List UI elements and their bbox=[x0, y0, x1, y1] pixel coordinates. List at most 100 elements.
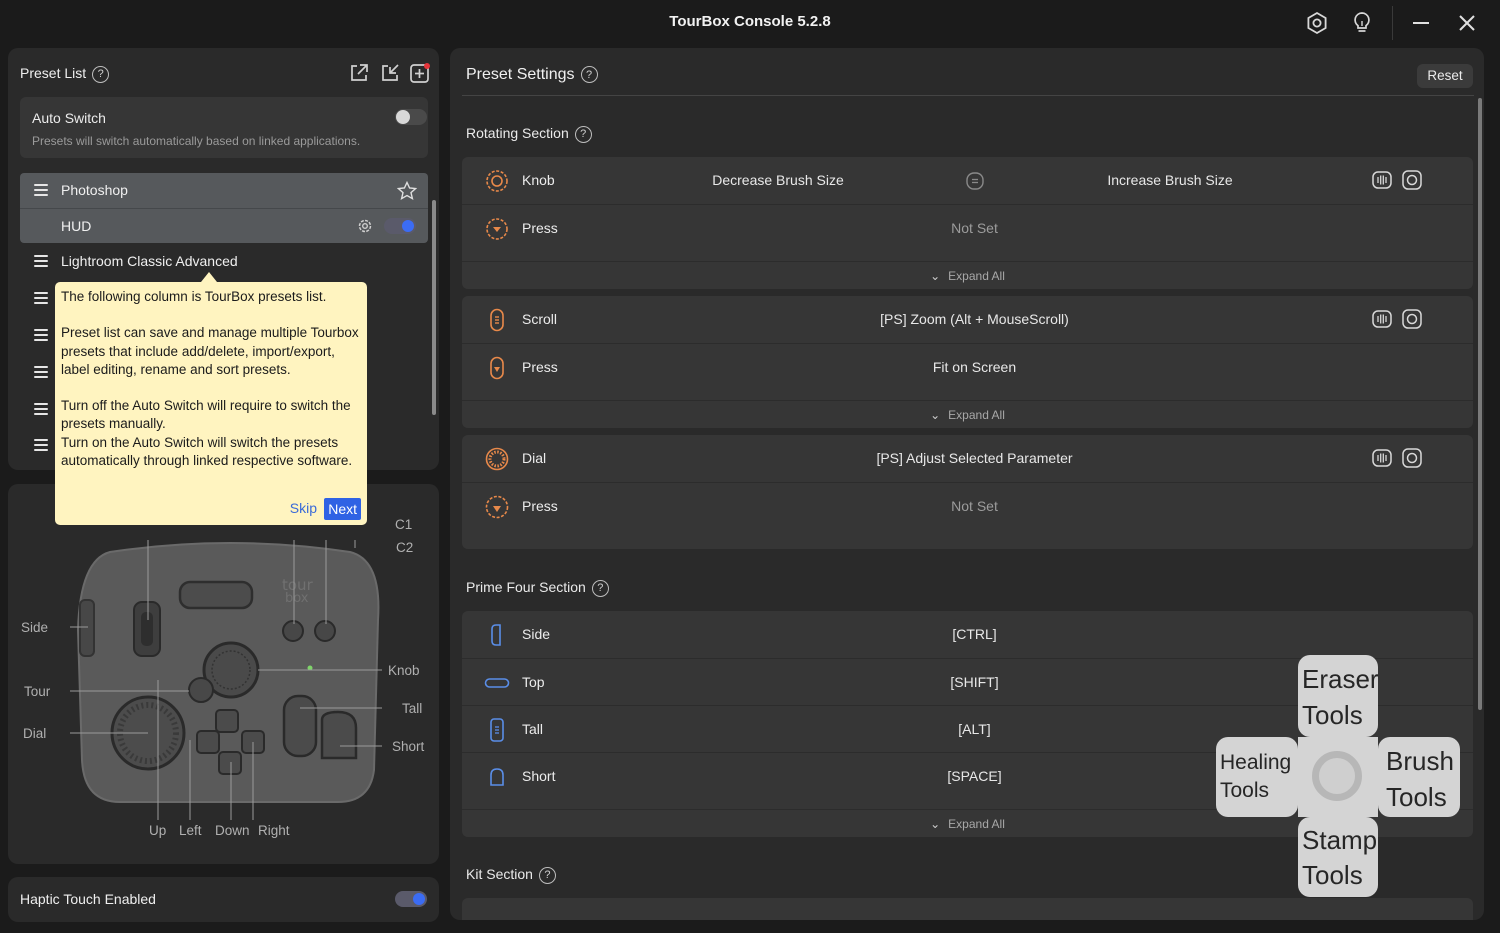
close-icon[interactable] bbox=[1453, 9, 1481, 37]
drag-handle-icon[interactable] bbox=[34, 329, 48, 341]
drag-handle-icon[interactable] bbox=[34, 403, 48, 415]
label-side: Side bbox=[21, 620, 49, 635]
drag-handle-icon[interactable] bbox=[34, 292, 48, 304]
help-icon[interactable]: ? bbox=[580, 66, 598, 84]
favorite-star-icon[interactable] bbox=[396, 180, 418, 206]
preset-name: Photoshop bbox=[61, 182, 128, 198]
titlebar-separator bbox=[1392, 6, 1393, 40]
preset-list-header: Preset List? bbox=[20, 65, 110, 83]
haptic-label: Haptic Touch Enabled bbox=[20, 891, 156, 907]
help-icon[interactable]: ? bbox=[92, 65, 110, 83]
short-button-icon bbox=[484, 764, 510, 790]
dial-press-action[interactable]: Not Set bbox=[582, 498, 1367, 514]
preset-item-lightroom[interactable]: Lightroom Classic Advanced bbox=[20, 244, 428, 279]
knob-press-icon bbox=[484, 216, 510, 242]
expand-all-button[interactable]: ⌄ Expand All bbox=[462, 400, 1473, 429]
knob-left-action[interactable]: Decrease Brush Size bbox=[658, 172, 898, 188]
hud-settings-gear-icon[interactable] bbox=[356, 217, 374, 240]
preset-item-photoshop[interactable]: Photoshop bbox=[20, 173, 428, 208]
help-icon[interactable]: ? bbox=[574, 125, 592, 143]
onboarding-tooltip: The following column is TourBox presets … bbox=[55, 272, 367, 525]
radial-item-label: Healing bbox=[1220, 751, 1292, 774]
haptic-icon[interactable] bbox=[1372, 448, 1392, 473]
knob-row[interactable]: Knob Decrease Brush Size Increase Brush … bbox=[462, 157, 1473, 204]
radial-item-stamp-tools[interactable]: Stamp Tools bbox=[1298, 817, 1378, 897]
hud-toggle[interactable] bbox=[384, 218, 416, 234]
control-name: Press bbox=[522, 498, 558, 514]
control-name: Press bbox=[522, 220, 558, 236]
window-title: TourBox Console 5.2.8 bbox=[669, 13, 831, 30]
dial-press-row[interactable]: Press Not Set bbox=[462, 482, 1473, 529]
radial-item-brush-tools[interactable]: Brush Tools bbox=[1378, 737, 1460, 817]
settings-icon[interactable] bbox=[1402, 448, 1422, 473]
drag-handle-icon[interactable] bbox=[34, 255, 48, 267]
scroll-action[interactable]: [PS] Zoom (Alt + MouseScroll) bbox=[582, 311, 1367, 327]
scroll-press-action[interactable]: Fit on Screen bbox=[582, 359, 1367, 375]
tooltip-paragraph: Preset list can save and manage multiple… bbox=[61, 325, 359, 377]
preset-item-hud[interactable]: HUD bbox=[20, 208, 428, 243]
lightbulb-icon[interactable] bbox=[1348, 9, 1376, 37]
drag-handle-icon[interactable] bbox=[34, 366, 48, 378]
tooltip-line: The following column is TourBox presets … bbox=[61, 289, 327, 304]
preset-name: Lightroom Classic Advanced bbox=[61, 253, 238, 269]
control-name: Top bbox=[522, 674, 545, 690]
expand-all-button[interactable]: ⌄ Expand All bbox=[462, 261, 1473, 290]
label-right: Right bbox=[258, 823, 290, 838]
dial-action[interactable]: [PS] Adjust Selected Parameter bbox=[582, 450, 1367, 466]
radial-item-healing-tools[interactable]: Healing Tools bbox=[1216, 737, 1298, 817]
kit-card bbox=[462, 898, 1473, 920]
tooltip-next-button[interactable]: Next bbox=[324, 497, 361, 520]
scroll-row[interactable]: Scroll [PS] Zoom (Alt + MouseScroll) bbox=[462, 296, 1473, 343]
tall-button-icon bbox=[484, 717, 510, 743]
scroll-press-icon bbox=[484, 355, 510, 381]
prime-four-section-title: Prime Four Section bbox=[466, 579, 586, 595]
radial-item-eraser-tools[interactable]: Eraser Tools bbox=[1298, 655, 1379, 737]
label-c1: C1 bbox=[395, 517, 413, 532]
auto-switch-toggle[interactable] bbox=[395, 109, 427, 125]
settings-icon[interactable] bbox=[1402, 309, 1422, 334]
chevron-down-icon: ⌄ bbox=[930, 408, 941, 422]
reset-button[interactable]: Reset bbox=[1417, 64, 1473, 88]
knob-press-row[interactable]: Press Not Set bbox=[462, 204, 1473, 251]
kit-section-header: Kit Section? bbox=[466, 866, 556, 884]
scroll-icon bbox=[484, 307, 510, 333]
help-icon[interactable]: ? bbox=[538, 866, 556, 884]
knob-right-action[interactable]: Increase Brush Size bbox=[1050, 172, 1290, 188]
haptic-icon[interactable] bbox=[1372, 309, 1392, 334]
side-row[interactable]: Side [CTRL] bbox=[462, 611, 1473, 658]
radial-item-label: Tools bbox=[1302, 700, 1363, 730]
knob-card: Knob Decrease Brush Size Increase Brush … bbox=[462, 157, 1473, 289]
minimize-icon[interactable] bbox=[1407, 9, 1435, 37]
radial-item-label: Tools bbox=[1386, 782, 1447, 812]
drag-handle-icon[interactable] bbox=[34, 439, 48, 451]
knob-press-action[interactable]: Not Set bbox=[582, 220, 1367, 236]
side-action[interactable]: [CTRL] bbox=[582, 626, 1367, 642]
radial-item-label: Tools bbox=[1220, 779, 1270, 802]
settings-gear-icon[interactable] bbox=[1303, 9, 1331, 37]
import-icon[interactable] bbox=[379, 62, 401, 89]
link-icon[interactable] bbox=[965, 171, 985, 196]
haptic-icon[interactable] bbox=[1372, 170, 1392, 195]
dial-icon bbox=[484, 446, 510, 472]
scroll-press-row[interactable]: Press Fit on Screen bbox=[462, 343, 1473, 390]
auto-switch-description: Presets will switch automatically based … bbox=[32, 134, 361, 148]
settings-icon[interactable] bbox=[1402, 170, 1422, 195]
expand-all-label: Expand All bbox=[948, 817, 1005, 831]
radial-item-label: Eraser bbox=[1302, 664, 1379, 694]
auto-switch-card: Auto Switch Presets will switch automati… bbox=[20, 97, 428, 158]
export-icon[interactable] bbox=[348, 62, 370, 89]
preset-list-title: Preset List bbox=[20, 65, 87, 81]
control-name: Side bbox=[522, 626, 551, 642]
drag-handle-icon[interactable] bbox=[34, 184, 48, 196]
help-icon[interactable]: ? bbox=[591, 579, 609, 597]
add-preset-icon[interactable] bbox=[409, 62, 431, 89]
haptic-toggle[interactable] bbox=[395, 891, 427, 907]
haptic-panel: Haptic Touch Enabled bbox=[8, 877, 439, 922]
preset-list-scrollbar[interactable] bbox=[432, 200, 436, 415]
tooltip-skip-button[interactable]: Skip bbox=[290, 499, 317, 517]
label-up: Up bbox=[149, 823, 167, 838]
side-button-icon bbox=[484, 622, 510, 648]
preset-settings-scrollbar[interactable] bbox=[1478, 98, 1482, 710]
tooltip-paragraph: Turn off the Auto Switch will require to… bbox=[61, 398, 351, 432]
dial-row[interactable]: Dial [PS] Adjust Selected Parameter bbox=[462, 435, 1473, 482]
